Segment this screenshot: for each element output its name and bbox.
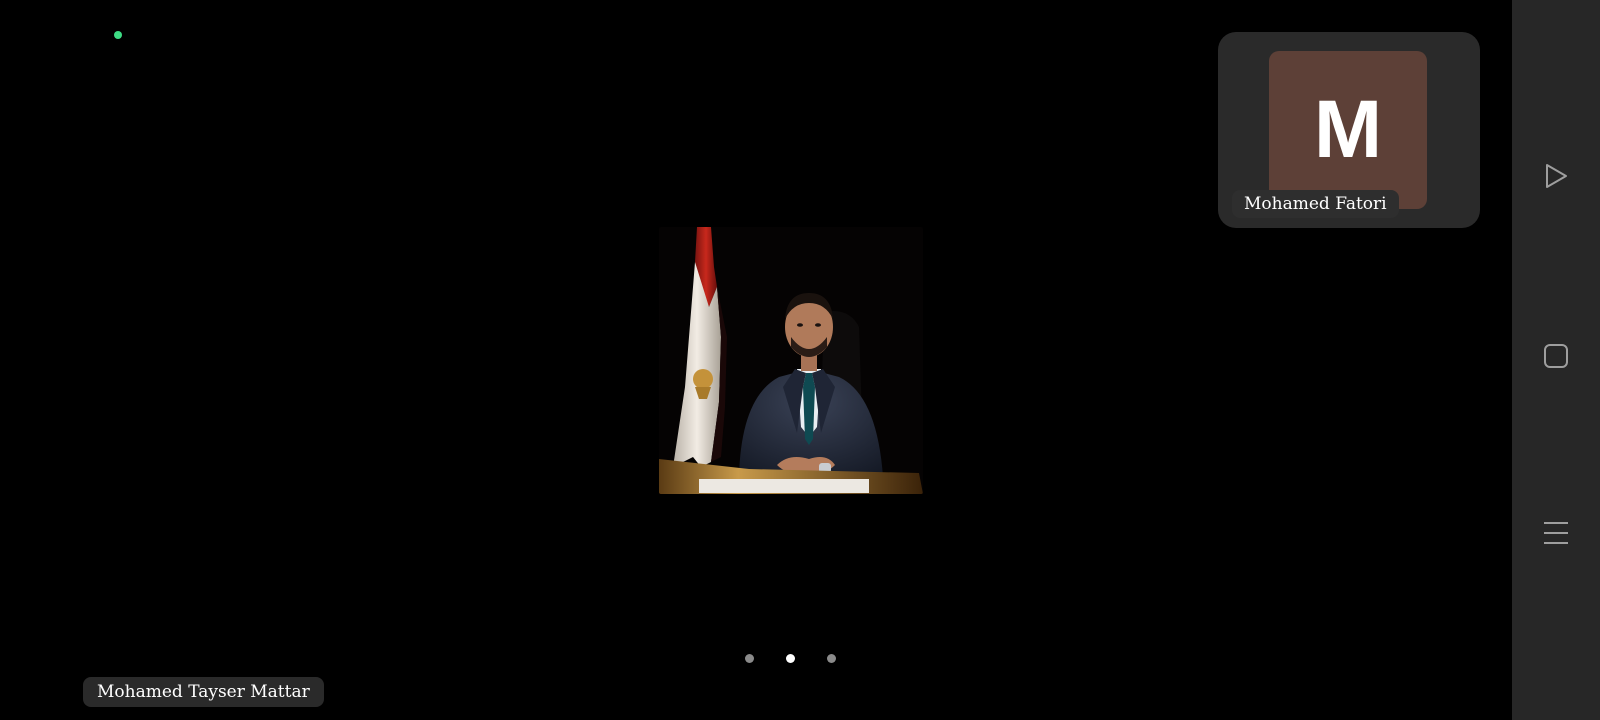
back-button[interactable] — [1534, 154, 1578, 198]
main-participant-name: Mohamed Tayser Mattar — [83, 677, 324, 707]
page-dot[interactable] — [827, 654, 836, 663]
participant-video-frame — [659, 227, 923, 494]
secondary-participant-name: Mohamed Fatori — [1232, 190, 1399, 218]
page-dot-active[interactable] — [786, 654, 795, 663]
page-dot[interactable] — [745, 654, 754, 663]
participant-avatar: M — [1269, 51, 1427, 209]
system-nav-bar — [1512, 0, 1600, 720]
page-indicator[interactable] — [745, 654, 836, 663]
video-call-screen: M Mohamed Fatori Mohamed Tayser Mattar — [0, 0, 1600, 720]
home-icon — [1544, 344, 1568, 368]
call-area[interactable]: M Mohamed Fatori Mohamed Tayser Mattar — [0, 0, 1512, 720]
connection-status-dot — [114, 31, 122, 39]
home-button[interactable] — [1534, 334, 1578, 378]
avatar-initial: M — [1313, 84, 1383, 175]
back-icon — [1546, 164, 1567, 188]
main-video-feed[interactable] — [659, 227, 923, 494]
recents-icon — [1544, 522, 1568, 544]
secondary-participant-tile[interactable]: M Mohamed Fatori — [1218, 32, 1480, 228]
recents-button[interactable] — [1534, 511, 1578, 555]
